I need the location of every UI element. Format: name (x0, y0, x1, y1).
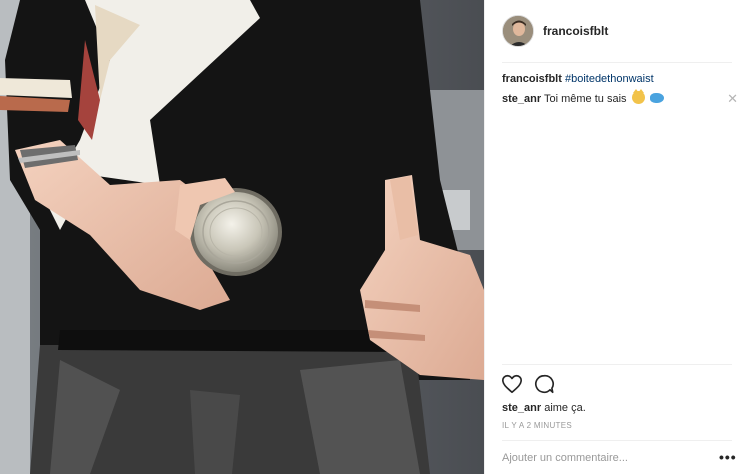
caption: francoisfblt #boitedethonwaist (502, 72, 738, 87)
likes-suffix: aime ça. (541, 402, 586, 414)
divider (502, 62, 732, 63)
comment-icon[interactable] (533, 373, 555, 395)
divider (502, 364, 732, 365)
comments-list: francoisfblt #boitedethonwaist ste_anr T… (502, 72, 738, 111)
fish-emoji (649, 93, 664, 103)
avatar-image (503, 16, 533, 46)
liker-username[interactable]: ste_anr (502, 402, 541, 414)
post-details-panel: francoisfblt francoisfblt #boitedethonwa… (484, 0, 753, 474)
author-username[interactable]: francoisfblt (543, 24, 608, 38)
post-actions (501, 373, 565, 395)
caption-username[interactable]: francoisfblt (502, 73, 562, 85)
avatar[interactable] (502, 15, 534, 47)
likes-line: ste_anr aime ça. (502, 402, 586, 414)
delete-comment-icon[interactable]: ✕ (727, 91, 738, 106)
cat-smile-emoji (631, 89, 645, 104)
caption-hashtag[interactable]: #boitedethonwaist (565, 73, 654, 85)
comment-username[interactable]: ste_anr (502, 93, 541, 105)
comment-item: ste_anr Toi même tu sais ✕ (502, 89, 738, 107)
post-dialog: francoisfblt francoisfblt #boitedethonwa… (0, 0, 753, 474)
post-photo[interactable] (0, 0, 484, 474)
heart-icon[interactable] (501, 373, 523, 395)
divider (502, 440, 732, 441)
more-options-icon[interactable]: ••• (719, 450, 737, 464)
comment-text: Toi même tu sais (544, 93, 627, 105)
post-header: francoisfblt (485, 0, 753, 62)
post-timestamp[interactable]: IL Y A 2 MINUTES (502, 421, 572, 430)
photo-illustration (0, 0, 484, 474)
add-comment-input[interactable] (502, 448, 702, 468)
